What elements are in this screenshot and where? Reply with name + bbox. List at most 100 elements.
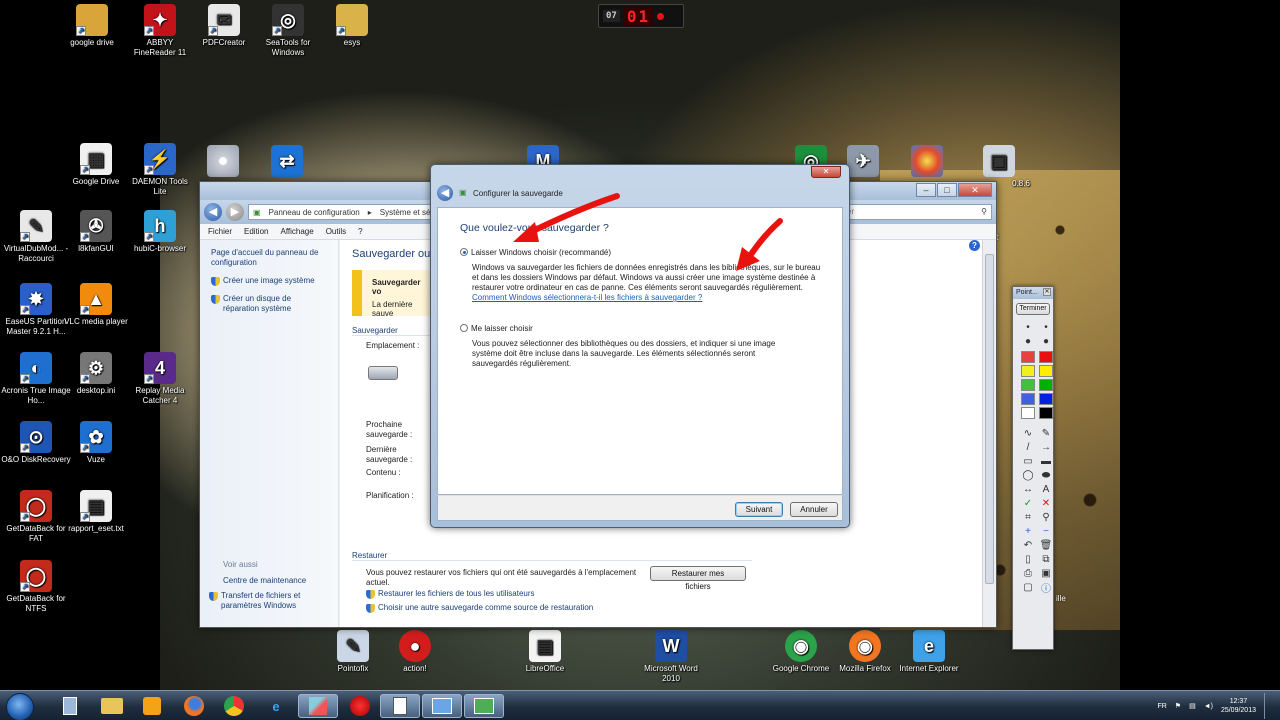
desktop-icon[interactable]: ↗ google drive — [57, 4, 127, 48]
dot-small-icon[interactable]: • — [1021, 321, 1035, 333]
line-icon[interactable]: / — [1021, 441, 1035, 453]
taskbar-backup-icon[interactable] — [464, 694, 504, 718]
dot-large-icon[interactable]: ● — [1021, 335, 1035, 347]
taskbar-action-icon[interactable] — [340, 694, 380, 718]
back-button[interactable]: ◀ — [204, 203, 222, 221]
plus-icon[interactable]: + — [1021, 525, 1035, 537]
color-swatch[interactable] — [1039, 379, 1053, 391]
link-restore-all[interactable]: Restaurer les fichiers de tous les utili… — [366, 589, 535, 599]
new-icon[interactable]: ▯ — [1021, 553, 1035, 565]
color-swatch[interactable] — [1021, 365, 1035, 377]
taskbar-calculator-icon[interactable] — [50, 694, 90, 718]
desktop-icon[interactable]: h ↗ hubiC-browser — [125, 210, 195, 254]
next-button[interactable]: Suivant — [735, 502, 783, 517]
link-system-image[interactable]: Créer une image système — [211, 276, 328, 286]
color-swatch[interactable] — [1039, 351, 1053, 363]
desktop-icon[interactable]: ▲ ↗ VLC media player — [61, 283, 131, 327]
breadcrumb-1[interactable]: Panneau de configuration — [269, 208, 360, 217]
eraser-icon[interactable]: ✎ — [1039, 427, 1053, 439]
clock[interactable]: 12:37 25/09/2013 — [1221, 697, 1256, 715]
minimize-button[interactable]: – — [916, 183, 936, 197]
desktop-icon[interactable]: ◉ Mozilla Firefox — [830, 630, 900, 674]
move-icon[interactable]: ↔ — [1021, 483, 1035, 495]
forward-button[interactable]: ▶ — [226, 203, 244, 221]
taskbar-document-icon[interactable] — [380, 694, 420, 718]
print-icon[interactable]: ⎙ — [1021, 567, 1035, 579]
desktop-icon[interactable]: ↗ esys — [317, 4, 387, 48]
maximize-button[interactable]: □ — [937, 183, 957, 197]
desktop-icon[interactable]: ● action! — [380, 630, 450, 674]
desktop-icon[interactable]: W Microsoft Word 2010 — [636, 630, 706, 684]
scroll-thumb[interactable] — [985, 254, 994, 584]
color-swatch[interactable] — [1039, 365, 1053, 377]
taskbar-firefox-icon[interactable] — [174, 694, 214, 718]
desktop-icon[interactable]: ✎ Pointofix — [318, 630, 388, 674]
tray-network-icon[interactable]: ▤ — [1189, 702, 1196, 710]
link-repair-disc[interactable]: Créer un disque de réparation système — [211, 294, 328, 314]
check-icon[interactable]: ✓ — [1021, 497, 1035, 509]
taskbar-chrome-icon[interactable] — [214, 694, 254, 718]
language-indicator[interactable]: FR — [1157, 703, 1166, 710]
color-swatch[interactable] — [1021, 393, 1035, 405]
text-icon[interactable]: A — [1039, 483, 1053, 495]
desktop-icon[interactable]: ▤ ↗ rapport_eset.txt — [61, 490, 131, 534]
terminer-button[interactable]: Terminer — [1016, 303, 1050, 315]
taskbar-explorer-icon[interactable] — [92, 694, 132, 718]
link-home[interactable]: Page d'accueil du panneau de configurati… — [211, 248, 328, 268]
color-swatch[interactable] — [1039, 393, 1053, 405]
desktop-icon[interactable]: ✇ ↗ l8kfanGUI — [61, 210, 131, 254]
menu-fichier[interactable]: Fichier — [208, 227, 232, 236]
color-swatch[interactable] — [1021, 379, 1035, 391]
taskbar-media-icon[interactable] — [132, 694, 172, 718]
desktop-icon[interactable]: ✦ ↗ ABBYY FineReader 11 — [125, 4, 195, 58]
desktop-icon[interactable]: e Internet Explorer — [894, 630, 964, 674]
arrow-icon[interactable]: → — [1039, 441, 1053, 453]
search-input[interactable]: er ⚲ — [842, 204, 992, 220]
minus-icon[interactable]: − — [1039, 525, 1053, 537]
link-easy-transfer[interactable]: Transfert de fichiers et paramètres Wind… — [209, 591, 334, 611]
taskbar-pointofix-icon[interactable] — [298, 694, 338, 718]
desktop-icon-picasa[interactable] — [892, 145, 962, 179]
tray-volume-icon[interactable]: ◄) — [1204, 703, 1213, 710]
tray-flag-icon[interactable]: ⚑ — [1175, 702, 1181, 710]
help-icon[interactable]: ? — [969, 240, 980, 251]
dot-small-icon[interactable]: • — [1039, 321, 1053, 333]
close-icon[interactable]: ✕ — [1043, 288, 1051, 296]
option-let-me-choose[interactable]: Me laisser choisir — [460, 324, 820, 333]
desktop-icon[interactable]: ◯ ↗ GetDataBack for NTFS — [1, 560, 71, 614]
dot-large-icon[interactable]: ● — [1039, 335, 1053, 347]
desktop-icon-teamviewer[interactable]: ⇄ — [252, 145, 322, 179]
dialog-titlebar[interactable]: ✕ ◀ ▣ Configurer la sauvegarde — [431, 165, 849, 203]
desktop-icon[interactable]: ▤ LibreOffice — [510, 630, 580, 674]
desktop-icon-cd[interactable] — [188, 145, 258, 179]
desktop-icon[interactable]: ⚙ ↗ desktop.ini — [61, 352, 131, 396]
restore-files-button[interactable]: Restaurer mes fichiers — [650, 566, 746, 591]
color-swatch[interactable] — [1039, 407, 1053, 419]
link-choose-other[interactable]: Choisir une autre sauvegarde comme sourc… — [366, 603, 593, 613]
close-button[interactable]: ✕ — [811, 166, 841, 178]
desktop-icon[interactable]: ✉ ↗ PDFCreator — [189, 4, 259, 48]
desktop-icon[interactable]: ▦ ↗ Google Drive — [61, 143, 131, 187]
screen-icon[interactable]: ▢ — [1021, 581, 1035, 593]
trash-icon[interactable]: 🗑 — [1039, 539, 1053, 551]
desktop-icon[interactable]: ⚡ ↗ DAEMON Tools Lite — [125, 143, 195, 197]
undo-icon[interactable]: ↶ — [1021, 539, 1035, 551]
start-button[interactable] — [6, 693, 34, 720]
crop-icon[interactable]: ⌗ — [1021, 511, 1035, 523]
menu-help[interactable]: ? — [358, 227, 362, 236]
info-icon[interactable]: ⓘ — [1039, 581, 1053, 595]
zoom-icon[interactable]: ⚲ — [1039, 511, 1053, 523]
freehand-icon[interactable]: ∿ — [1021, 427, 1035, 439]
filled-rect-icon[interactable]: ▬ — [1039, 455, 1053, 467]
cancel-button[interactable]: Annuler — [790, 502, 838, 517]
ellipse-icon[interactable]: ◯ — [1021, 469, 1035, 481]
taskbar-control-panel-icon[interactable] — [422, 694, 462, 718]
option1-link[interactable]: Comment Windows sélectionnera-t-il les f… — [472, 293, 820, 303]
vertical-scrollbar[interactable] — [982, 240, 995, 627]
desktop-icon[interactable]: 4 ↗ Replay Media Catcher 4 — [125, 352, 195, 406]
menu-outils[interactable]: Outils — [326, 227, 346, 236]
close-button[interactable]: ✕ — [958, 183, 992, 197]
menu-affichage[interactable]: Affichage — [280, 227, 313, 236]
color-swatch[interactable] — [1021, 351, 1035, 363]
menu-edition[interactable]: Edition — [244, 227, 268, 236]
